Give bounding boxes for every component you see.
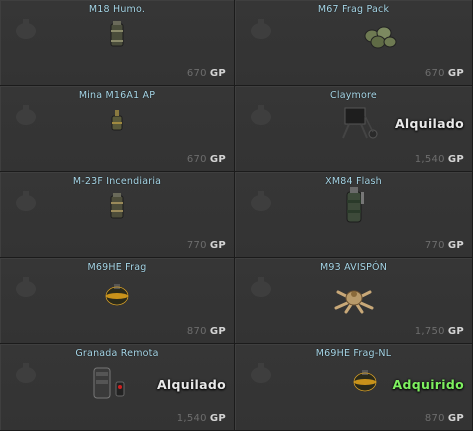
item-price: 1,750 GP — [414, 326, 464, 337]
item-price: 670 GP — [424, 68, 464, 79]
grenade-slot-icon — [16, 19, 36, 39]
shop-item-m69he-frag-nl[interactable]: M69HE Frag-NL Adquirido 870 GP — [235, 344, 473, 431]
grenade-slot-icon — [16, 105, 36, 125]
remote-grenade-icon — [93, 367, 125, 399]
grenade-slot-icon — [251, 277, 271, 297]
grenade-slot-icon — [16, 363, 36, 383]
item-price: 1,540 GP — [176, 413, 226, 424]
frag-pack-icon — [364, 26, 397, 49]
item-price: 770 GP — [186, 240, 226, 251]
shop-item-claymore[interactable]: Claymore Alquilado 1,540 GP — [235, 86, 473, 172]
grenade-slot-icon — [16, 277, 36, 297]
item-name: M67 Frag Pack — [317, 4, 390, 15]
incendiary-grenade-icon — [110, 193, 124, 219]
hornet-mine-icon — [334, 290, 373, 314]
claymore-icon — [342, 107, 378, 139]
item-price: 1,540 GP — [414, 154, 464, 165]
grenade-slot-icon — [251, 191, 271, 211]
item-name: M18 Humo. — [88, 4, 146, 15]
shop-item-grid: M18 Humo. 670 GP M67 Frag Pack 670 GP Mina… — [0, 0, 473, 431]
shop-item-m93-hornet[interactable]: M93 AVISPÓN 1,750 GP — [235, 258, 473, 344]
item-name: Granada Remota — [75, 348, 159, 359]
rental-status-badge: Alquilado — [156, 377, 226, 392]
item-price: 670 GP — [186, 68, 226, 79]
owned-status-badge: Adquirido — [392, 377, 464, 392]
flashbang-icon — [346, 187, 364, 223]
item-name: M69HE Frag-NL — [315, 348, 392, 359]
shop-item-remote-grenade[interactable]: Granada Remota Alquilado 1,540 GP — [0, 344, 235, 431]
shop-item-m67-frag-pack[interactable]: M67 Frag Pack 670 GP — [235, 0, 473, 86]
item-name: M-23F Incendiaria — [72, 176, 162, 187]
smoke-grenade-icon — [110, 21, 124, 47]
shop-item-xm84-flash[interactable]: XM84 Flash 770 GP — [235, 172, 473, 258]
item-name: Claymore — [330, 90, 377, 101]
item-price: 870 GP — [424, 413, 464, 424]
grenade-slot-icon — [16, 191, 36, 211]
item-name: M93 AVISPÓN — [319, 262, 388, 273]
item-name: M69HE Frag — [87, 262, 147, 273]
shop-item-m69he-frag[interactable]: M69HE Frag 870 GP — [0, 258, 235, 344]
rental-status-badge: Alquilado — [394, 116, 464, 131]
item-price: 770 GP — [424, 240, 464, 251]
grenade-slot-icon — [251, 19, 271, 39]
shop-item-m16a1-mine[interactable]: Mina M16A1 AP 670 GP — [0, 86, 235, 172]
grenade-slot-icon — [251, 105, 271, 125]
item-name: Mina M16A1 AP — [78, 90, 156, 101]
frag-grenade-icon — [353, 370, 377, 392]
mine-icon — [111, 110, 123, 131]
grenade-slot-icon — [251, 363, 271, 383]
item-price: 670 GP — [186, 154, 226, 165]
item-price: 870 GP — [186, 326, 226, 337]
frag-grenade-icon — [105, 284, 129, 306]
shop-item-m18-smoke[interactable]: M18 Humo. 670 GP — [0, 0, 235, 86]
shop-item-m23f-incendiary[interactable]: M-23F Incendiaria 770 GP — [0, 172, 235, 258]
